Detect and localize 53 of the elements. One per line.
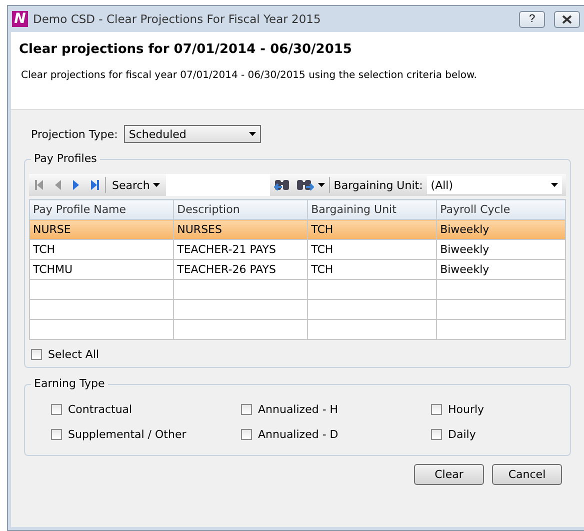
search-menu-button[interactable]: Search xyxy=(110,178,162,192)
bargaining-unit-dropdown[interactable]: (All) xyxy=(426,176,562,194)
group-title: Earning Type xyxy=(31,377,108,390)
table-cell: Biweekly xyxy=(436,240,566,260)
caret-icon xyxy=(152,183,160,187)
find-next-icon[interactable] xyxy=(296,178,314,192)
checkbox-label: Annualized - D xyxy=(258,428,338,441)
select-all-label: Select All xyxy=(48,348,100,361)
column-header[interactable]: Bargaining Unit xyxy=(308,200,437,220)
checkbox-label: Annualized - H xyxy=(258,403,338,416)
checkbox[interactable] xyxy=(241,429,252,440)
table-cell: TEACHER-21 PAYS xyxy=(174,240,308,260)
column-header[interactable]: Payroll Cycle xyxy=(436,200,566,220)
checkbox[interactable] xyxy=(241,404,252,415)
checkbox[interactable] xyxy=(431,404,442,415)
table-cell: TCH xyxy=(308,260,437,280)
checkbox[interactable] xyxy=(431,429,442,440)
dialog-heading: Clear projections for 07/01/2014 - 06/30/2015 xyxy=(19,42,353,57)
checkbox[interactable] xyxy=(31,349,42,360)
table-cell: NURSES xyxy=(174,220,308,240)
bargaining-unit-label: Bargaining Unit: xyxy=(334,178,423,192)
table-cell: Biweekly xyxy=(436,220,566,240)
table-cell: Biweekly xyxy=(436,260,566,280)
close-button[interactable] xyxy=(554,10,580,28)
app-logo: N xyxy=(12,11,28,27)
table-cell: NURSE xyxy=(30,220,174,240)
checkbox[interactable] xyxy=(51,404,62,415)
table-cell: TEACHER-26 PAYS xyxy=(174,260,308,280)
caret-icon xyxy=(248,132,256,136)
description-text: Clear projections for fiscal year 07/01/2014 - 06/30/2015 using the selection criteria below. xyxy=(21,70,478,81)
table-cell: TCH xyxy=(308,240,437,260)
table-cell: TCHMU xyxy=(30,260,174,280)
checkbox-label: Daily xyxy=(448,428,476,441)
projection-type-dropdown[interactable]: Scheduled xyxy=(124,125,261,143)
checkbox-label: Hourly xyxy=(448,403,484,416)
group-title: Pay Profiles xyxy=(31,152,100,165)
close-icon xyxy=(561,14,573,24)
projection-type-label: Projection Type: xyxy=(31,128,118,140)
checkbox-label: Supplemental / Other xyxy=(68,428,186,441)
checkbox[interactable] xyxy=(51,429,62,440)
column-header[interactable]: Description xyxy=(174,200,308,220)
caret-icon xyxy=(318,183,325,187)
window-title: Demo CSD - Clear Projections For Fiscal Year 2015 xyxy=(33,12,322,26)
search-field[interactable] xyxy=(166,174,270,196)
find-icon[interactable] xyxy=(274,178,292,192)
table-cell: TCH xyxy=(308,220,437,240)
column-header[interactable]: Pay Profile Name xyxy=(30,200,174,220)
dialog-button[interactable]: Clear xyxy=(414,464,484,485)
table-cell: TCH xyxy=(30,240,174,260)
help-button[interactable]: ? xyxy=(519,10,545,28)
caret-icon xyxy=(551,183,558,187)
checkbox-label: Contractual xyxy=(68,403,132,416)
dialog-button[interactable]: Cancel xyxy=(492,464,562,485)
